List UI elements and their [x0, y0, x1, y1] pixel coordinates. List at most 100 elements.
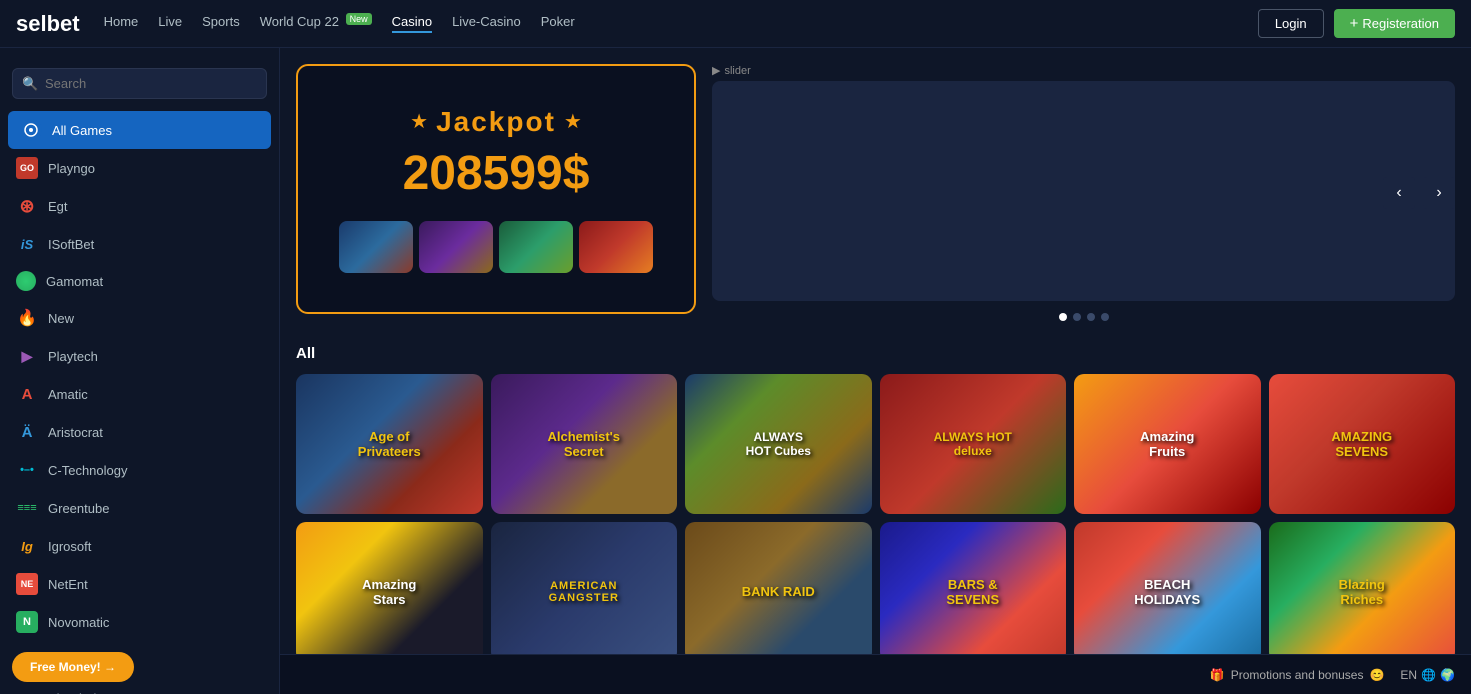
sidebar-item-egt[interactable]: ⊛ Egt [0, 187, 279, 225]
all-games-icon [20, 119, 42, 141]
game-card-always-hot-deluxe[interactable]: ALWAYS HOTdeluxe Always Hot Deluxe [880, 374, 1067, 514]
egt-icon: ⊛ [16, 195, 38, 217]
sidebar-item-new[interactable]: 🔥 New [0, 299, 279, 337]
nav-home[interactable]: Home [104, 14, 139, 33]
sidebar-item-amatic[interactable]: A Amatic [0, 375, 279, 413]
ctech-icon: •–• [16, 459, 38, 481]
sidebar-item-all-games[interactable]: All Games [8, 111, 271, 149]
jackpot-title: Jackpot [436, 106, 556, 138]
sidebar-label-isoftbet: ISoftBet [48, 237, 94, 252]
games-grid: Age ofPrivateers Age of Privateers Alche… [296, 374, 1455, 662]
free-money-button[interactable]: Free Money! → [12, 652, 134, 682]
jackpot-card: ★ Jackpot ★ 208599$ [296, 64, 696, 314]
nav-right: Login Registeration [1258, 9, 1455, 38]
logo-sel: sel [16, 11, 47, 36]
sidebar: 🔍 All Games GO Playngo ⊛ Egt iS ISoftBet… [0, 48, 280, 694]
game-card-age[interactable]: Age ofPrivateers Age of Privateers [296, 374, 483, 514]
language-selector[interactable]: EN 🌐 🌍 [1400, 668, 1455, 682]
lang-flag-icon: 🌍 [1440, 668, 1455, 682]
dot-1[interactable] [1059, 313, 1067, 321]
site-logo[interactable]: selbet [16, 11, 80, 37]
logo-bet: bet [47, 11, 80, 36]
sidebar-label-playngo: Playngo [48, 161, 95, 176]
game-card-bars-sevens[interactable]: BARS &SEVENS Bars & Sevens [880, 522, 1067, 662]
sidebar-item-novomatic[interactable]: N Novomatic [0, 603, 279, 641]
sidebar-item-aristocrat[interactable]: Ä Aristocrat [0, 413, 279, 451]
game-card-blazing-riches[interactable]: BlazingRiches Blazing Riches [1269, 522, 1456, 662]
promotions-link[interactable]: 🎁 Promotions and bonuses 😊 [1210, 668, 1385, 682]
jackpot-thumb-2[interactable] [419, 221, 493, 273]
game-bank-raid-label: BANK RAID [685, 522, 872, 662]
login-button[interactable]: Login [1258, 9, 1324, 38]
search-input[interactable] [12, 68, 267, 99]
novomatic-icon: N [16, 611, 38, 633]
game-card-amazing-stars[interactable]: AmazingStars Amazing Stars [296, 522, 483, 662]
sidebar-item-igrosoft[interactable]: Ig Igrosoft [0, 527, 279, 565]
game-american-gangster-label: AMERICANGANGSTER [491, 522, 678, 662]
sidebar-item-playtech[interactable]: ▶ Playtech [0, 337, 279, 375]
game-card-always-hot-cubes[interactable]: ALWAYSHOT Cubes Always Hot Cubes [685, 374, 872, 514]
game-card-amazing-sevens[interactable]: AMAZINGSEVENS Amazing Sevens [1269, 374, 1456, 514]
dot-2[interactable] [1073, 313, 1081, 321]
slider-display [712, 81, 1455, 301]
promo-smiley: 😊 [1369, 668, 1384, 682]
game-always-hot-deluxe-label: ALWAYS HOTdeluxe [880, 374, 1067, 514]
slider-dots [712, 313, 1455, 321]
slider-prev-button[interactable]: ‹ [1383, 177, 1415, 209]
sidebar-item-isoftbet[interactable]: iS ISoftBet [0, 225, 279, 263]
register-button[interactable]: Registeration [1334, 9, 1455, 38]
sidebar-label-skywind: Skywind [48, 691, 96, 694]
bottom-bar: 🎁 Promotions and bonuses 😊 EN 🌐 🌍 [280, 654, 1471, 694]
search-icon: 🔍 [22, 76, 38, 92]
game-bars-sevens-label: BARS &SEVENS [880, 522, 1067, 662]
nav-worldcup[interactable]: World Cup 22 New [260, 14, 372, 33]
all-section: All Age ofPrivateers Age of Privateers A… [296, 345, 1455, 662]
playtech-icon: ▶ [16, 345, 38, 367]
promo-icon: 🎁 [1210, 668, 1225, 682]
game-blazing-riches-label: BlazingRiches [1269, 522, 1456, 662]
sidebar-item-playngo[interactable]: GO Playngo [0, 149, 279, 187]
game-card-american-gangster[interactable]: AMERICANGANGSTER American Gangster [491, 522, 678, 662]
sidebar-label-aristocrat: Aristocrat [48, 425, 103, 440]
jackpot-thumb-1[interactable] [339, 221, 413, 273]
sidebar-label-novomatic: Novomatic [48, 615, 109, 630]
dot-3[interactable] [1087, 313, 1095, 321]
jackpot-star-right: ★ [564, 109, 582, 134]
netent-icon: NE [16, 573, 38, 595]
jackpot-thumb-4[interactable] [579, 221, 653, 273]
sidebar-item-gamomat[interactable]: Gamomat [0, 263, 279, 299]
sidebar-label-gamomat: Gamomat [46, 274, 103, 289]
nav-live[interactable]: Live [158, 14, 182, 33]
game-amazing-stars-label: AmazingStars [296, 522, 483, 662]
slider-nav: ‹ › [1383, 177, 1455, 209]
nav-worldcup-label: World Cup 22 [260, 14, 339, 29]
jackpot-thumb-3[interactable] [499, 221, 573, 273]
nav-livecasino[interactable]: Live-Casino [452, 14, 521, 33]
game-card-amazing-fruits[interactable]: AmazingFruits Amazing Fruits [1074, 374, 1261, 514]
slider-next-button[interactable]: › [1423, 177, 1455, 209]
game-card-bank-raid[interactable]: BANK RAID Bank Raid [685, 522, 872, 662]
nav-sports[interactable]: Sports [202, 14, 240, 33]
slider-section: ★ Jackpot ★ 208599$ ▶ slider [296, 64, 1455, 321]
sidebar-label-playtech: Playtech [48, 349, 98, 364]
game-card-beach-holidays[interactable]: BEACHHOLIDAYS Beach Holidays [1074, 522, 1261, 662]
nav-casino[interactable]: Casino [392, 14, 432, 33]
sidebar-label-igrosoft: Igrosoft [48, 539, 91, 554]
sidebar-item-c-technology[interactable]: •–• C-Technology [0, 451, 279, 489]
dot-4[interactable] [1101, 313, 1109, 321]
sidebar-item-greentube[interactable]: ≡≡≡ Greentube [0, 489, 279, 527]
game-card-alchemist[interactable]: Alchemist'sSecret Alchemist's Secret [491, 374, 678, 514]
topnav: selbet Home Live Sports World Cup 22 New… [0, 0, 1471, 48]
gamomat-icon [16, 271, 36, 291]
jackpot-star-left: ★ [410, 109, 428, 134]
greentube-icon: ≡≡≡ [16, 497, 38, 519]
all-section-title: All [296, 345, 1455, 362]
igrosoft-icon: Ig [16, 535, 38, 557]
sidebar-item-netent[interactable]: NE NetEnt [0, 565, 279, 603]
jackpot-amount: 208599$ [403, 146, 590, 201]
new-badge: New [346, 13, 372, 25]
amatic-icon: A [16, 383, 38, 405]
nav-poker[interactable]: Poker [541, 14, 575, 33]
sidebar-label-c-technology: C-Technology [48, 463, 128, 478]
playngo-icon: GO [16, 157, 38, 179]
